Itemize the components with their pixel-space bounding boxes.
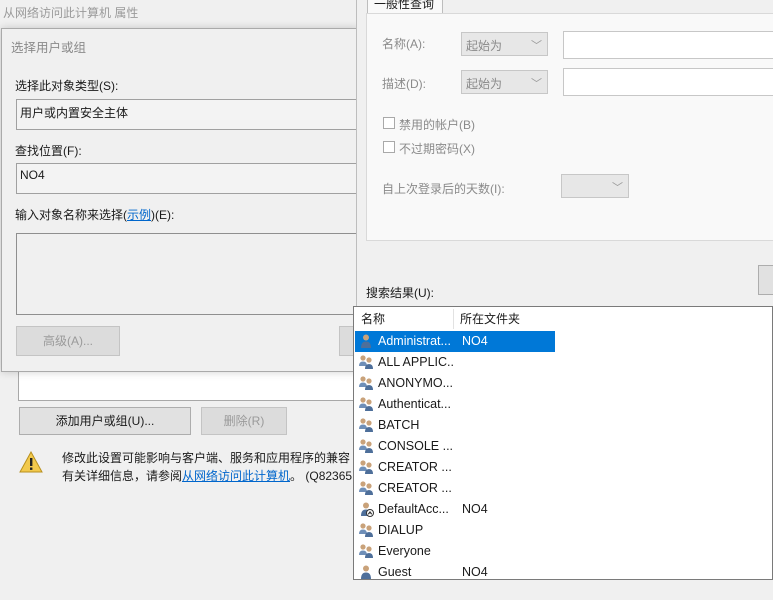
list-item[interactable]: Administrat... NO4 — [355, 331, 555, 352]
item-name: Guest — [378, 565, 412, 579]
list-item[interactable]: DefaultAcc... NO4 — [355, 499, 555, 520]
object-type-label: 选择此对象类型(S): — [15, 79, 119, 93]
description-input — [563, 68, 773, 96]
days-since-logon-label: 自上次登录后的天数(I): — [382, 182, 505, 196]
name-mode-select: 起始为 ﹀ — [461, 32, 548, 56]
description-mode-select: 起始为 ﹀ — [461, 70, 548, 94]
enter-names-text: 输入对象名称来选择( — [15, 208, 127, 222]
item-name: Everyone — [378, 544, 431, 558]
location-label: 查找位置(F): — [15, 144, 82, 158]
chevron-down-icon: ﹀ — [612, 182, 623, 194]
group-icon — [359, 397, 373, 411]
name-input — [563, 31, 773, 59]
group-icon — [359, 481, 373, 495]
item-name: DIALUP — [378, 523, 424, 537]
policy-help-link[interactable]: 从网络访问此计算机 — [182, 469, 290, 483]
list-item[interactable]: ALL APPLIC... — [355, 352, 555, 373]
dialog-title: 选择用户或组 — [11, 41, 87, 55]
object-names-textarea[interactable] — [16, 233, 360, 315]
group-icon — [359, 376, 373, 390]
column-divider[interactable] — [453, 309, 454, 329]
item-name: ALL APPLIC... — [378, 355, 454, 369]
warning-icon — [19, 451, 43, 473]
user-icon — [361, 565, 371, 579]
search-results-label: 搜索结果(U): — [366, 286, 434, 300]
chevron-down-icon: ﹀ — [531, 40, 542, 52]
list-item[interactable]: DIALUP — [355, 520, 555, 541]
warning-kb-text: 。 (Q82365 — [290, 469, 353, 483]
window-title: 从网络访问此计算机 属性 — [3, 6, 139, 20]
disabled-user-icon — [361, 502, 374, 517]
list-item[interactable]: BATCH — [355, 415, 555, 436]
group-icon — [359, 439, 373, 453]
description-mode-value: 起始为 — [466, 77, 503, 91]
warning-text: 修改此设置可能影响与客户端、服务和应用程序的兼容 — [62, 451, 351, 465]
item-name: DefaultAcc... — [378, 502, 449, 516]
list-bottom-edge — [353, 580, 773, 600]
object-type-field: 用户或内置安全主体 — [16, 99, 360, 130]
list-item[interactable]: Everyone — [355, 541, 555, 562]
group-icon — [359, 460, 373, 474]
disabled-accounts-checkbox — [383, 117, 395, 129]
name-label: 名称(A): — [382, 37, 426, 51]
list-item[interactable]: Guest NO4 — [355, 562, 555, 579]
item-name: BATCH — [378, 418, 420, 432]
chevron-down-icon: ﹀ — [531, 78, 542, 90]
location-field: NO4 — [16, 163, 360, 194]
name-mode-value: 起始为 — [466, 39, 503, 53]
group-icon — [359, 418, 373, 432]
item-name: CONSOLE ... — [378, 439, 454, 453]
common-queries-group: 名称(A): 起始为 ﹀ 描述(D): 起始为 ﹀ 禁用的帐户(B) 不过期密码… — [366, 13, 773, 241]
description-label: 描述(D): — [382, 77, 426, 91]
list-item[interactable]: Authenticat... — [355, 394, 555, 415]
item-folder: NO4 — [462, 565, 488, 579]
no-expire-password-checkbox — [383, 141, 395, 153]
warning-more-info: 有关详细信息，请参阅从网络访问此计算机。 (Q82365 — [62, 467, 352, 484]
item-name: CREATOR ... — [378, 481, 452, 495]
group-icon — [359, 544, 373, 558]
item-name: ANONYMO... — [378, 376, 454, 390]
examples-link[interactable]: 示例 — [127, 208, 151, 222]
user-icon — [361, 334, 371, 348]
item-folder: NO4 — [462, 334, 488, 348]
add-user-or-group-button[interactable]: 添加用户或组(U)... — [19, 407, 191, 435]
group-icon — [359, 355, 373, 369]
item-name: Administrat... — [378, 334, 451, 348]
days-since-logon-select: ﹀ — [561, 174, 629, 198]
list-item[interactable]: CREATOR ... — [355, 457, 555, 478]
disabled-accounts-label: 禁用的帐户(B) — [399, 118, 475, 132]
tab-label: 一般性查询 — [374, 0, 435, 11]
item-name: Authenticat... — [378, 397, 451, 411]
item-name: CREATOR ... — [378, 460, 452, 474]
select-users-dialog: 选择用户或组 选择此对象类型(S): 用户或内置安全主体 查找位置(F): NO… — [1, 28, 360, 372]
advanced-button: 高级(A)... — [16, 326, 120, 356]
search-results-list[interactable]: 名称 所在文件夹 Administrat... NO4 ALL APPLIC... A… — [353, 306, 773, 580]
find-now-button[interactable] — [758, 265, 773, 295]
enter-names-suffix: )(E): — [151, 208, 175, 222]
list-item[interactable]: CONSOLE ... — [355, 436, 555, 457]
item-folder: NO4 — [462, 502, 488, 516]
list-item[interactable]: ANONYMO... — [355, 373, 555, 394]
list-item[interactable]: CREATOR ... — [355, 478, 555, 499]
column-header-name[interactable]: 名称 — [361, 310, 385, 327]
no-expire-password-label: 不过期密码(X) — [399, 142, 475, 156]
column-header-folder[interactable]: 所在文件夹 — [460, 310, 520, 327]
users-groups-list[interactable] — [18, 368, 358, 401]
remove-button: 删除(R) — [201, 407, 287, 435]
enter-names-label: 输入对象名称来选择(示例)(E): — [15, 206, 174, 223]
group-icon — [359, 523, 373, 537]
warning-info-text: 有关详细信息，请参阅 — [62, 469, 183, 483]
